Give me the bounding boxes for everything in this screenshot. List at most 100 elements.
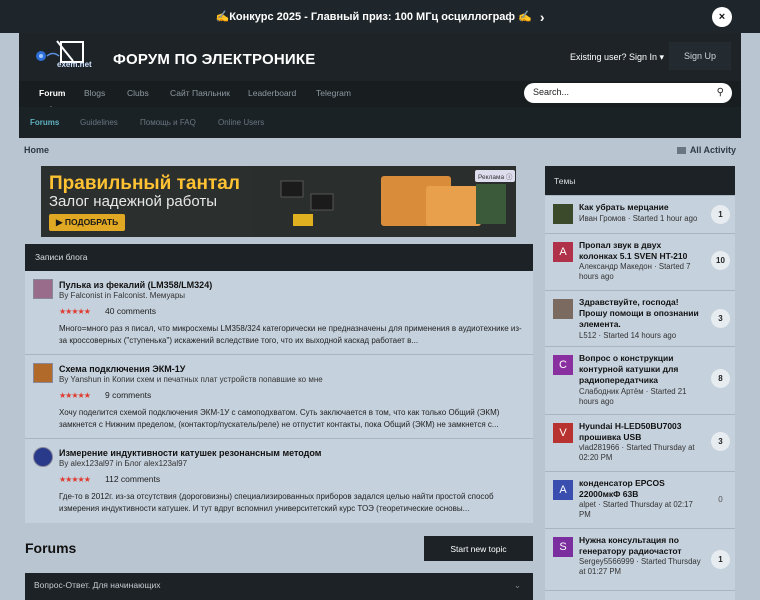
site-header: exem.net ФОРУМ ПО ЭЛЕКТРОНИКЕ Existing u… [19, 33, 741, 81]
topic-title[interactable]: Вопрос о конструкции контурной катушки д… [579, 353, 701, 386]
nav-telegram[interactable]: Telegram [316, 88, 351, 98]
topics-sidebar: Темы Как убрать мерцание Иван Громов · S… [545, 166, 735, 600]
subnav-forums[interactable]: Forums [30, 118, 59, 127]
ad-banner[interactable]: Правильный тантал Залог надежной работы … [41, 166, 516, 237]
topic-meta: Александр Македон · Started 7 hours ago [579, 262, 691, 281]
rating-stars: ★★★★★ [59, 475, 91, 484]
post-author[interactable]: By Yanshun in Копии схем и печатных плат… [59, 375, 323, 384]
sign-in-link[interactable]: Existing user? Sign In ▾ [570, 52, 664, 63]
topic-item: S Нужна консультация по генератору радио… [545, 528, 735, 590]
logo-icon[interactable] [33, 39, 103, 75]
start-new-topic-button[interactable]: Start new topic [424, 536, 533, 561]
nav-paialnik[interactable]: Сайт Паяльник [170, 88, 230, 98]
comments-count[interactable]: 112 comments [105, 474, 160, 484]
topic-title[interactable]: Здравствуйте, господа! Прошу помощи в оп… [579, 297, 701, 330]
topic-item: Здравствуйте, господа! Прошу помощи в оп… [545, 290, 735, 346]
nav-clubs[interactable]: Clubs [127, 88, 149, 98]
forums-heading: Forums [25, 540, 77, 556]
comments-count[interactable]: 9 comments [105, 390, 151, 400]
topic-item: A конденсатор EPCOS 22000мкФ 63В alpet ·… [545, 471, 735, 528]
post-title[interactable]: Пулька из фекалий (LM358/LM324) [59, 280, 212, 290]
avatar[interactable]: V [553, 423, 573, 443]
nav-blogs[interactable]: Blogs [84, 88, 105, 98]
reply-count: 3 [711, 309, 730, 328]
post-excerpt: Где-то в 2012г. из-за отсутствия (дорого… [59, 492, 494, 513]
post-excerpt: Много=много раз я писал, что микросхемы … [59, 324, 522, 345]
blog-post: Измерение индуктивности катушек резонанс… [25, 439, 533, 523]
banner-subline: Залог надежной работы [49, 193, 218, 210]
chevron-right-icon[interactable]: › [540, 9, 545, 25]
post-author[interactable]: By Falconist in Falconist. Мемуары [59, 291, 185, 300]
chevron-down-icon[interactable]: ⌄ [514, 580, 521, 591]
reply-count: 8 [711, 369, 730, 388]
rating-stars: ★★★★★ [59, 307, 91, 316]
blog-post: Пулька из фекалий (LM358/LM324) By Falco… [25, 271, 533, 355]
reply-count: 0 [718, 495, 723, 504]
blog-section-title: Записи блога [25, 244, 533, 271]
ad-label[interactable]: Реклама ⓘ [475, 170, 516, 182]
topic-meta: Слабодник Артём · Started 21 hours ago [579, 387, 687, 406]
post-author[interactable]: By alex123al97 in Блог alex123al97 [59, 459, 187, 468]
breadcrumb: Home All Activity [24, 144, 736, 158]
topic-item [545, 590, 735, 600]
subnav-help-faq[interactable]: Помощь и FAQ [140, 118, 196, 127]
sub-nav: Forums Guidelines Помощь и FAQ Online Us… [19, 107, 741, 138]
banner-select-button[interactable]: ▶ ПОДОБРАТЬ [49, 214, 126, 231]
rating-stars: ★★★★★ [59, 391, 91, 400]
topic-item: A Пропал звук в двух колонках 5.1 SVEN H… [545, 233, 735, 290]
reply-count: 3 [711, 432, 730, 451]
blog-post: Схема подключения ЭКМ-1У By Yanshun in К… [25, 355, 533, 439]
topic-title[interactable]: Как убрать мерцание [579, 202, 701, 213]
topic-title[interactable]: Hyundai H-LED50BU7003 прошивка USB [579, 421, 701, 443]
post-excerpt: Хочу поделится схемой подключения ЭКМ-1У… [59, 408, 500, 429]
sign-up-button[interactable]: Sign Up [669, 42, 731, 70]
topic-meta: Иван Громов · Started 1 hour ago [579, 214, 698, 223]
reply-count: 1 [711, 550, 730, 569]
topic-meta: Sergey5566999 · Started Thursday at 01:2… [579, 557, 701, 576]
comments-count[interactable]: 40 comments [105, 306, 156, 316]
topic-meta: alpet · Started Thursday at 02:17 PM [579, 500, 693, 519]
announcement-bar[interactable]: ✍️Конкурс 2025 - Главный приз: 100 МГц о… [0, 0, 760, 33]
all-activity-label: All Activity [689, 145, 736, 155]
topic-meta: L512 · Started 14 hours ago [579, 331, 677, 340]
logo-text: exem.net [57, 60, 92, 69]
site-title[interactable]: ФОРУМ ПО ЭЛЕКТРОНИКЕ [113, 51, 315, 68]
sidebar-title: Темы [545, 166, 735, 195]
all-activity-link[interactable]: All Activity [676, 145, 736, 155]
avatar[interactable]: A [553, 480, 573, 500]
blog-list: Пулька из фекалий (LM358/LM324) By Falco… [25, 271, 533, 523]
topic-title[interactable]: Пропал звук в двух колонках 5.1 SVEN HT-… [579, 240, 701, 262]
topic-meta: vlad281966 · Started Thursday at 02:20 P… [579, 443, 695, 462]
breadcrumb-home[interactable]: Home [24, 145, 49, 155]
topic-item: Как убрать мерцание Иван Громов · Starte… [545, 195, 735, 233]
avatar[interactable]: C [553, 355, 573, 375]
activity-icon [676, 147, 686, 155]
avatar[interactable] [553, 299, 573, 319]
search-input[interactable]: Search... ⚲ [524, 83, 732, 103]
avatar[interactable]: A [553, 242, 573, 262]
announcement-text[interactable]: ✍️Конкурс 2025 - Главный приз: 100 МГц о… [216, 10, 532, 23]
topic-item: C Вопрос о конструкции контурной катушки… [545, 346, 735, 414]
search-placeholder: Search... [533, 87, 570, 97]
search-icon[interactable]: ⚲ [717, 87, 724, 98]
nav-forum[interactable]: Forum [39, 88, 65, 110]
forum-category-header[interactable]: Вопрос-Ответ. Для начинающих ⌄ [25, 573, 533, 600]
avatar[interactable] [33, 363, 53, 383]
subnav-online-users[interactable]: Online Users [218, 118, 264, 127]
banner-headline: Правильный тантал [49, 173, 240, 194]
topic-title[interactable]: Нужна консультация по генератору радиоча… [579, 535, 701, 557]
subnav-guidelines[interactable]: Guidelines [80, 118, 118, 127]
avatar[interactable] [33, 447, 53, 467]
topic-title[interactable]: конденсатор EPCOS 22000мкФ 63В [579, 478, 701, 500]
close-icon[interactable]: × [712, 7, 732, 27]
nav-leaderboard[interactable]: Leaderboard [248, 88, 296, 98]
category-title[interactable]: Вопрос-Ответ. Для начинающих [34, 580, 160, 590]
avatar[interactable] [33, 279, 53, 299]
main-nav: Forum Blogs Clubs Сайт Паяльник Leaderbo… [19, 81, 741, 110]
post-title[interactable]: Схема подключения ЭКМ-1У [59, 364, 185, 374]
reply-count: 1 [711, 205, 730, 224]
topic-item: V Hyundai H-LED50BU7003 прошивка USB vla… [545, 414, 735, 471]
post-title[interactable]: Измерение индуктивности катушек резонанс… [59, 448, 321, 458]
avatar[interactable]: S [553, 537, 573, 557]
avatar[interactable] [553, 204, 573, 224]
